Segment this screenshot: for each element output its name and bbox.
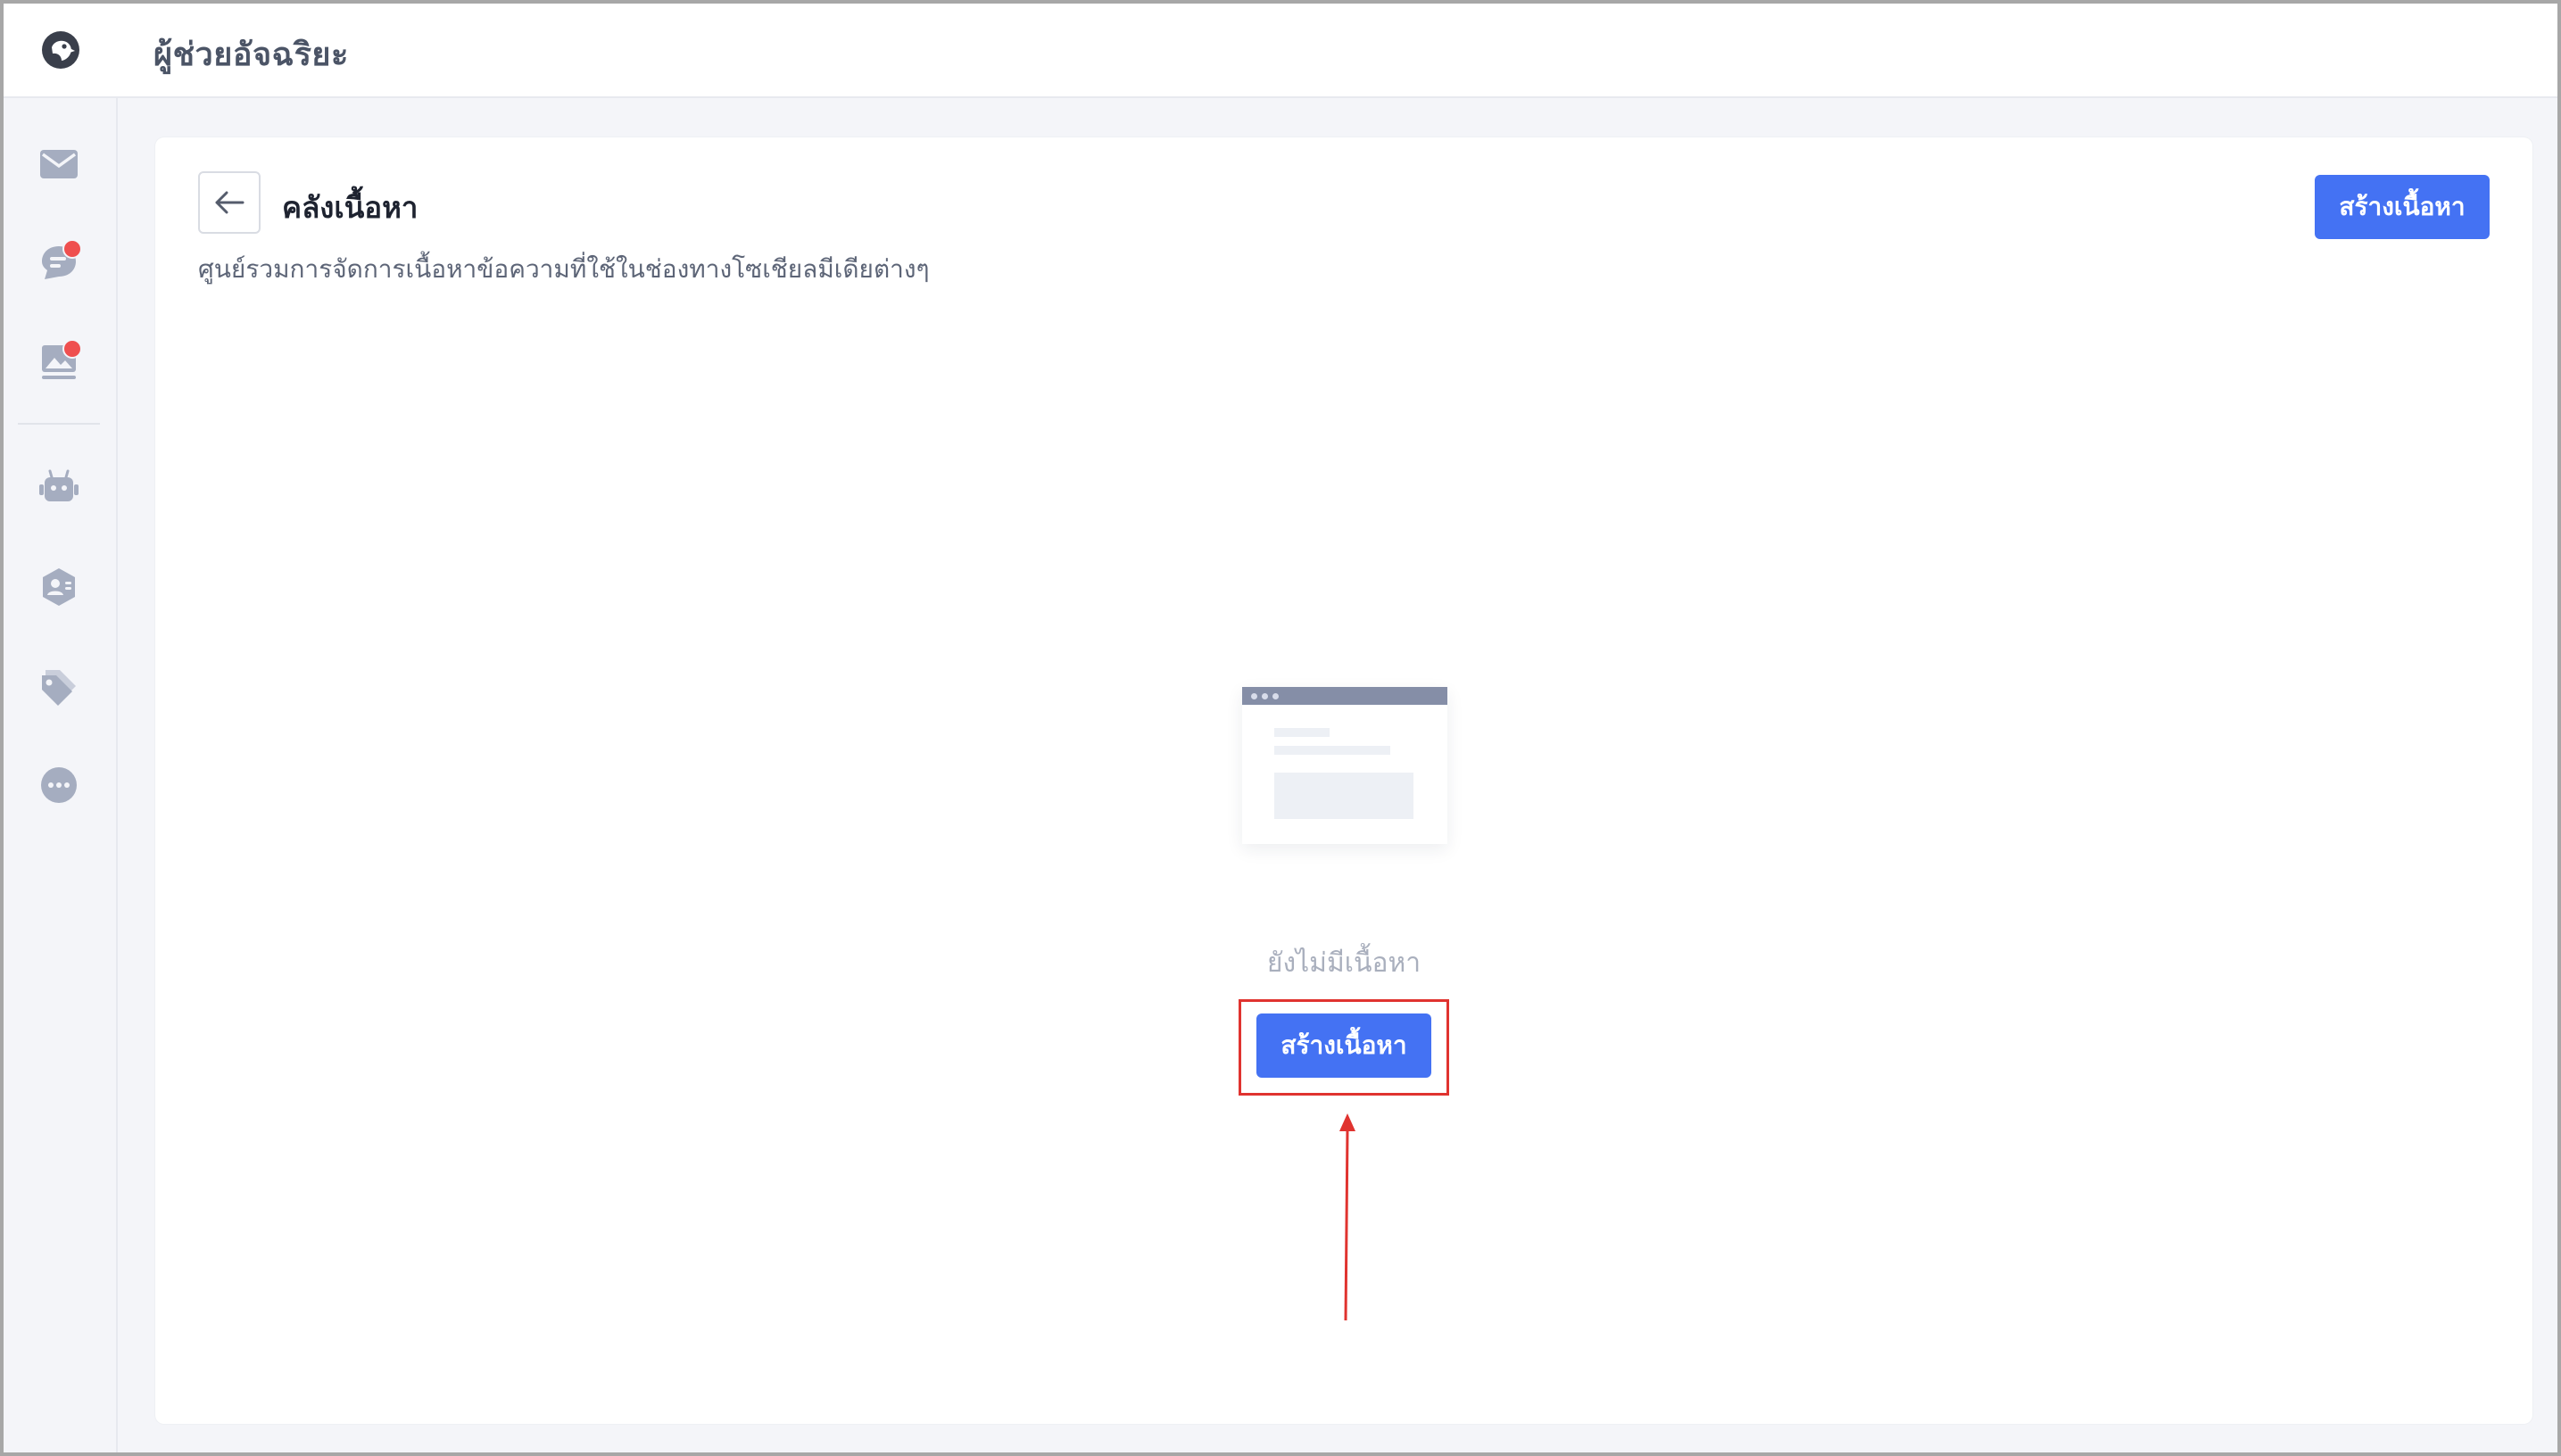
app-window: ผู้ช่วยอัจฉริยะ คลังเนื้อหา ศูนย์รวมการจ… [0, 0, 2561, 1456]
page-title: คลังเนื้อหา [282, 190, 419, 225]
parrot-logo-icon [42, 31, 79, 69]
sidebar-item-chat[interactable] [32, 236, 86, 289]
illustration-line [1274, 728, 1330, 737]
sidebar-item-more[interactable] [32, 758, 86, 812]
robot-icon [39, 469, 79, 501]
sidebar-item-contacts[interactable] [32, 560, 86, 614]
sidebar-item-bot[interactable] [32, 460, 86, 514]
envelope-icon [40, 150, 78, 178]
top-header: ผู้ช่วยอัจฉริยะ [118, 4, 2557, 98]
content-library-card: คลังเนื้อหา ศูนย์รวมการจัดการเนื้อหาข้อค… [155, 137, 2532, 1424]
app-title: ผู้ช่วยอัจฉริยะ [153, 37, 349, 73]
illustration-window-bar [1242, 687, 1447, 705]
create-content-button-top[interactable]: สร้างเนื้อหา [2315, 175, 2490, 239]
sidebar-logo[interactable] [4, 4, 118, 98]
sidebar-item-tags[interactable] [32, 660, 86, 714]
arrow-left-icon [215, 191, 244, 214]
empty-state-message: ยังไม่มีเนื้อหา [1266, 947, 1421, 979]
create-content-button[interactable]: สร้างเนื้อหา [1256, 1013, 1431, 1078]
back-button[interactable] [198, 171, 261, 234]
illustration-line [1274, 746, 1390, 755]
sidebar [4, 4, 118, 1452]
notification-badge [62, 239, 82, 259]
sidebar-divider [18, 423, 100, 425]
illustration-block [1274, 773, 1413, 819]
notification-badge [62, 339, 82, 359]
annotation-arrow-icon [1339, 1113, 1355, 1321]
tags-icon [42, 670, 76, 706]
sidebar-item-inbox[interactable] [32, 137, 86, 191]
sidebar-item-gallery[interactable] [32, 335, 86, 389]
page-subtitle: ศูนย์รวมการจัดการเนื้อหาข้อความที่ใช้ในช… [198, 254, 930, 284]
user-badge-icon [43, 568, 75, 606]
empty-state-illustration [1242, 687, 1447, 844]
more-icon [41, 767, 77, 803]
